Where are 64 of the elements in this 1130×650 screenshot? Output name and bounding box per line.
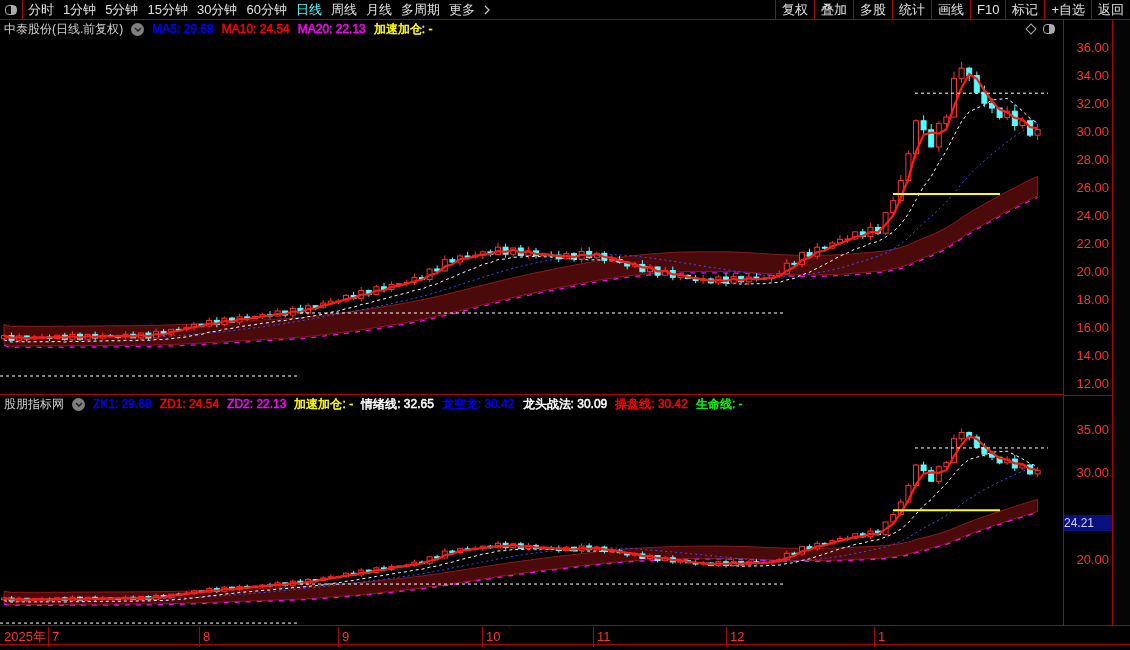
toolbar-button[interactable]: 复权	[775, 0, 814, 19]
period-tab[interactable]: 60分钟	[246, 0, 287, 20]
price-label: 20.00	[1076, 553, 1109, 567]
chevron-icon[interactable]	[483, 4, 490, 15]
month-label: 7	[48, 627, 60, 647]
month-label: 10	[482, 627, 501, 647]
indicator-value: 龙空龙: 30.42	[441, 396, 515, 414]
price-label: 20.00	[1076, 265, 1109, 278]
indicator-value: MA20: 22.13	[297, 21, 366, 38]
price-label: 35.00	[1076, 423, 1109, 436]
period-tab[interactable]: 15分钟	[147, 0, 188, 20]
month-label: 9	[338, 627, 350, 647]
panel-title: 中泰股份(日线.前复权)	[4, 21, 124, 38]
price-label: 16.00	[1076, 321, 1109, 334]
price-label: 22.00	[1076, 237, 1109, 250]
price-label: 34.00	[1076, 69, 1109, 82]
panel-title: 股朋指标网	[4, 396, 64, 414]
month-label: 1	[874, 627, 886, 647]
month-label: 8	[199, 627, 211, 647]
indicator-value: 加速加仓: -	[373, 21, 433, 38]
panel-toggle-icon[interactable]	[1043, 24, 1055, 34]
price-label: 14.00	[1076, 349, 1109, 362]
indicator-value: MA5: 29.68	[152, 21, 214, 38]
toolbar-button[interactable]: +自选	[1044, 0, 1091, 19]
indicator-value: MA10: 24.54	[221, 21, 290, 38]
toolbar-button[interactable]: 统计	[892, 0, 931, 19]
indicator-value: 情绪线: 32.65	[361, 396, 434, 414]
price-label: 30.00	[1076, 466, 1109, 480]
year-label: 2025年	[4, 628, 46, 646]
indicator-value: 龙头战法: 30.09	[522, 396, 608, 414]
period-tab[interactable]: 更多	[448, 0, 475, 20]
toolbar-button[interactable]: 多股	[853, 0, 892, 19]
price-label: 12.00	[1076, 377, 1109, 390]
toolbar-button[interactable]: 叠加	[814, 0, 853, 19]
indicator-value: ZD2: 22.13	[227, 396, 287, 414]
period-tab[interactable]: 多周期	[400, 0, 440, 20]
indicator-value: ZK1: 29.68	[93, 396, 152, 414]
period-tab[interactable]: 分时	[28, 0, 54, 20]
period-tab[interactable]: 日线	[295, 0, 322, 20]
period-tab[interactable]: 周线	[330, 0, 357, 20]
period-tab[interactable]: 月线	[365, 0, 392, 20]
price-label: 32.00	[1076, 97, 1109, 110]
price-label: 36.00	[1076, 41, 1109, 54]
current-price-label: 24.21	[1064, 514, 1112, 531]
toolbar-button[interactable]: 标记	[1005, 0, 1045, 19]
price-label: 28.00	[1076, 153, 1109, 166]
price-label: 18.00	[1076, 293, 1109, 306]
indicator-value: 加速加仓: -	[294, 396, 354, 414]
indicator-value: ZD1: 24.54	[159, 396, 220, 414]
period-tab[interactable]: 5分钟	[105, 0, 139, 20]
period-tab[interactable]: 30分钟	[196, 0, 238, 20]
price-label: 24.00	[1076, 209, 1109, 222]
toolbar-button[interactable]: 返回	[1091, 0, 1130, 19]
toolbar-button[interactable]: 画线	[931, 0, 970, 19]
toolbar-button[interactable]: F10	[970, 0, 1006, 19]
indicator-value: 操盘线: 30.42	[615, 396, 688, 414]
month-label: 11	[593, 627, 611, 647]
dropdown-icon[interactable]	[131, 22, 145, 36]
price-label: 26.00	[1076, 181, 1109, 194]
month-label: 12	[726, 627, 745, 647]
period-tab[interactable]: 1分钟	[63, 0, 97, 20]
price-label: 30.00	[1076, 125, 1109, 138]
indicator-value: 生命线: -	[695, 396, 743, 414]
dropdown-icon[interactable]	[72, 397, 85, 411]
